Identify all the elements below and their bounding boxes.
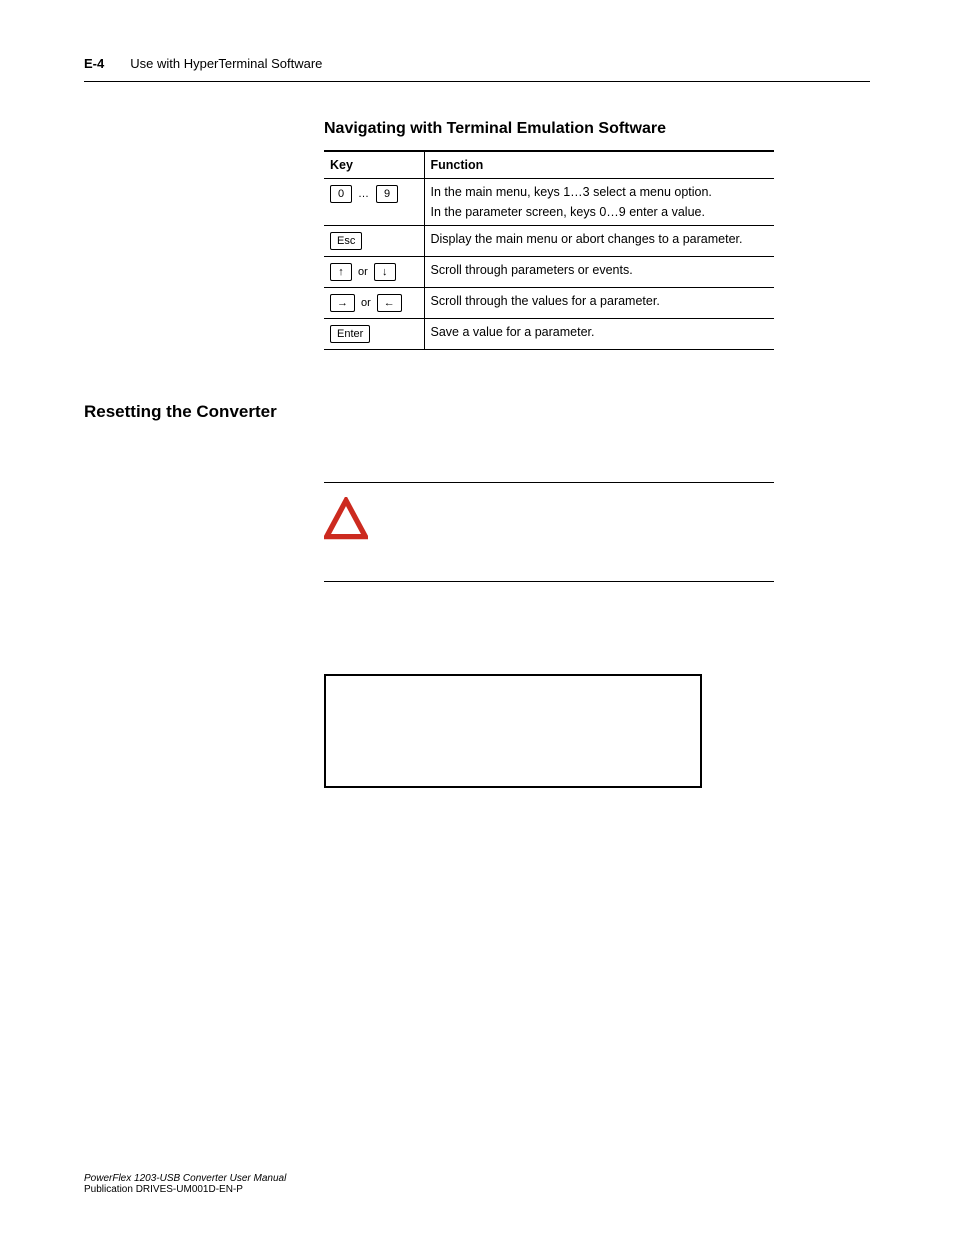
header-rule [84, 81, 870, 82]
key-left-arrow: ← [377, 294, 402, 312]
function-text: Display the main menu or abort changes t… [424, 226, 774, 257]
key-right-arrow: → [330, 294, 355, 312]
running-title: Use with HyperTerminal Software [130, 56, 322, 71]
key-0: 0 [330, 185, 352, 203]
key-9: 9 [376, 185, 398, 203]
section-heading-resetting: Resetting the Converter [84, 402, 277, 422]
ellipsis: … [358, 188, 370, 200]
function-text: Save a value for a parameter. [424, 319, 774, 350]
key-up-arrow: ↑ [330, 263, 352, 281]
table-row: Esc Display the main menu or abort chang… [324, 226, 774, 257]
key-enter: Enter [330, 325, 370, 343]
attention-block [324, 482, 774, 582]
table-row: → or ← Scroll through the values for a p… [324, 288, 774, 319]
or-label: or [361, 297, 371, 309]
table-header-function: Function [424, 151, 774, 179]
function-text: In the parameter screen, keys 0…9 enter … [431, 205, 769, 219]
attention-icon [324, 497, 368, 546]
terminal-screen-placeholder [324, 674, 702, 788]
page-number: E-4 [84, 56, 104, 71]
footer-publication: Publication DRIVES-UM001D-EN-P [84, 1184, 286, 1195]
table-header-key: Key [324, 151, 424, 179]
function-text: Scroll through the values for a paramete… [424, 288, 774, 319]
divider [324, 482, 774, 483]
or-label: or [358, 266, 368, 278]
divider [324, 581, 774, 582]
section-subheading: Navigating with Terminal Emulation Softw… [324, 120, 870, 138]
key-down-arrow: ↓ [374, 263, 396, 281]
key-function-table: Key Function 0 … 9 In the main menu, key… [324, 150, 774, 350]
page-header: E-4 Use with HyperTerminal Software [84, 56, 870, 82]
function-text: Scroll through parameters or events. [424, 257, 774, 288]
table-row: 0 … 9 In the main menu, keys 1…3 select … [324, 179, 774, 226]
table-row: ↑ or ↓ Scroll through parameters or even… [324, 257, 774, 288]
key-esc: Esc [330, 232, 362, 250]
footer-manual-title: PowerFlex 1203-USB Converter User Manual [84, 1173, 286, 1184]
table-row: Enter Save a value for a parameter. [324, 319, 774, 350]
function-text: In the main menu, keys 1…3 select a menu… [431, 185, 769, 199]
page-footer: PowerFlex 1203-USB Converter User Manual… [84, 1173, 286, 1195]
